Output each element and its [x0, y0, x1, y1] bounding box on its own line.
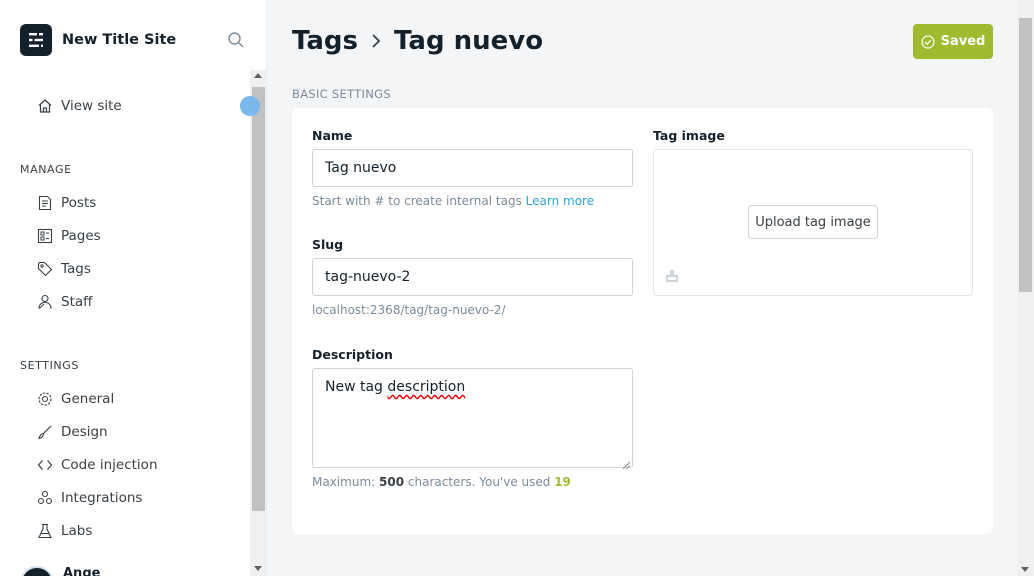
name-label: Name [312, 128, 353, 143]
staff-icon [36, 293, 54, 311]
resize-grip-icon[interactable] [622, 457, 631, 470]
flask-icon [36, 522, 54, 540]
sidebar-item-label: Pages [61, 228, 101, 244]
sidebar-item-label: Posts [61, 195, 97, 211]
site-name: New Title Site [62, 32, 177, 48]
site-logo-icon [20, 24, 52, 56]
breadcrumb-tags-link[interactable]: Tags [292, 26, 358, 56]
sidebar-item-posts[interactable]: Posts [36, 194, 96, 212]
brush-icon [36, 423, 54, 441]
description-textarea[interactable]: New tag description [312, 368, 633, 470]
page-title: Tag nuevo [394, 26, 544, 56]
name-hint-text: Start with # to create internal tags [312, 194, 522, 208]
upload-tag-image-button[interactable]: Upload tag image [748, 205, 878, 239]
sidebar-item-general[interactable]: General [36, 390, 114, 408]
user-name: Ange [63, 566, 101, 576]
tag-image-dropzone[interactable]: Upload tag image [653, 149, 973, 296]
home-icon [36, 97, 54, 115]
sidebar-item-tags[interactable]: Tags [36, 260, 91, 278]
chevron-right-icon [370, 32, 382, 50]
sidebar-item-label: Design [61, 424, 108, 440]
check-circle-icon [921, 34, 935, 49]
posts-icon [36, 194, 54, 212]
scrollbar-thumb[interactable] [252, 87, 265, 511]
tag-icon [36, 260, 54, 278]
sidebar-item-label: Labs [61, 523, 93, 539]
integrations-icon [36, 489, 54, 507]
tag-image-label: Tag image [653, 128, 725, 143]
learn-more-link[interactable]: Learn more [526, 194, 594, 208]
sidebar-item-view-site[interactable]: View site [36, 97, 122, 115]
scroll-up-arrow-icon[interactable] [254, 73, 262, 78]
settings-section-label: SETTINGS [20, 359, 79, 372]
description-label: Description [312, 347, 393, 362]
description-char-count: Maximum: 500 characters. You've used 19 [312, 475, 571, 489]
cursor-indicator [240, 96, 260, 116]
breadcrumb: Tags Tag nuevo [292, 26, 543, 56]
slug-url: localhost:2368/tag/tag-nuevo-2/ [312, 303, 506, 317]
sidebar-scrollbar[interactable] [250, 70, 266, 576]
code-icon [36, 456, 54, 474]
sidebar-item-label: Integrations [61, 490, 143, 506]
manage-section-label: MANAGE [20, 163, 72, 176]
char-count-max: 500 [379, 475, 405, 489]
sidebar-item-label: General [61, 391, 115, 407]
char-count-used: 19 [554, 475, 571, 489]
sidebar-item-labs[interactable]: Labs [36, 522, 92, 540]
sidebar-item-pages[interactable]: Pages [36, 227, 101, 245]
slug-label: Slug [312, 237, 344, 252]
site-brand[interactable]: New Title Site [20, 24, 176, 56]
slug-input[interactable] [312, 258, 633, 296]
search-icon[interactable] [227, 31, 247, 51]
image-placeholder-icon [665, 269, 679, 283]
saved-button-label: Saved [940, 34, 986, 49]
pages-icon [36, 227, 54, 245]
char-count-prefix: Maximum: [312, 475, 376, 489]
sidebar-item-design[interactable]: Design [36, 423, 108, 441]
sidebar-item-staff[interactable]: Staff [36, 293, 92, 311]
sidebar-item-label: Staff [61, 294, 93, 310]
char-count-mid: characters. You've used [407, 475, 551, 489]
sidebar: New Title Site View site MANAGE Posts Pa… [0, 0, 267, 576]
name-hint: Start with # to create internal tags Lea… [312, 194, 594, 208]
sidebar-item-label: Tags [61, 261, 91, 277]
sidebar-item-label: Code injection [61, 457, 158, 473]
description-text: New tag [325, 379, 388, 395]
saved-button[interactable]: Saved [913, 24, 993, 59]
basic-settings-label: BASIC SETTINGS [292, 87, 391, 101]
sidebar-item-label: View site [61, 98, 122, 114]
scroll-down-arrow-icon[interactable] [254, 566, 262, 571]
sidebar-item-code-injection[interactable]: Code injection [36, 456, 158, 474]
sidebar-item-integrations[interactable]: Integrations [36, 489, 142, 507]
name-input[interactable] [312, 149, 633, 187]
scrollbar-thumb[interactable] [1019, 18, 1032, 292]
gear-icon [36, 390, 54, 408]
main-scrollbar[interactable] [1017, 0, 1034, 576]
avatar[interactable] [20, 566, 54, 576]
scroll-down-arrow-icon[interactable] [1021, 567, 1029, 572]
tag-settings-card: Name Start with # to create internal tag… [292, 108, 993, 534]
description-text-misspelled: description [387, 379, 466, 395]
